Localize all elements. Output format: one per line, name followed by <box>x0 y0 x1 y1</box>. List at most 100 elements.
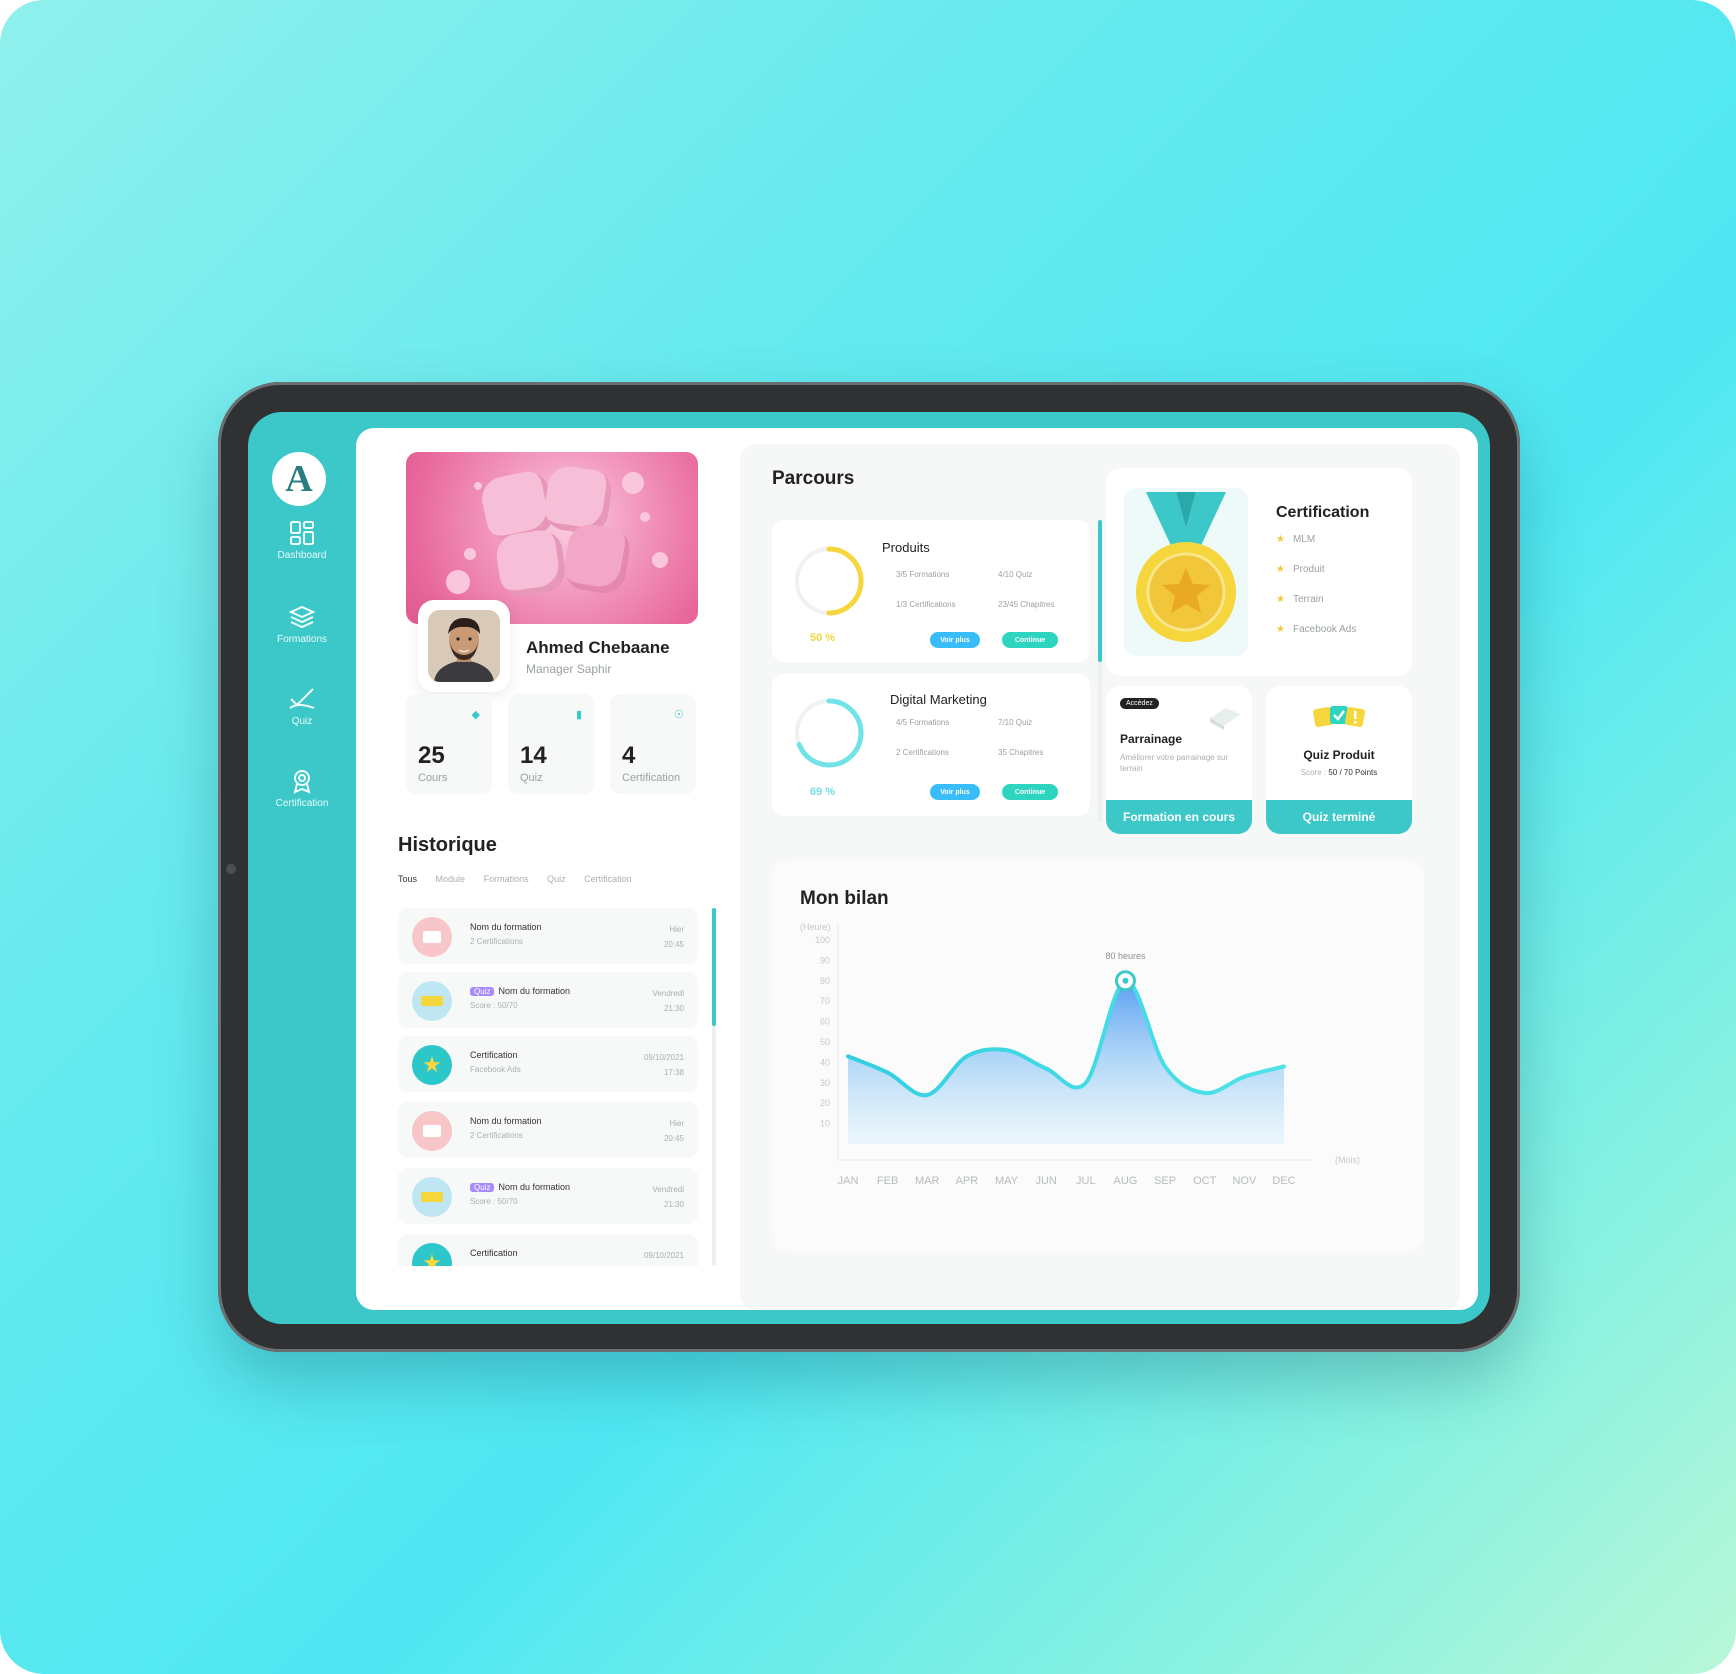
item-date: 09/10/2021 <box>643 1251 684 1260</box>
tab-certification[interactable]: Certification <box>584 874 632 884</box>
sidebar-item-formations[interactable]: Formations <box>248 604 356 645</box>
data-label: 80 heures <box>1105 951 1146 961</box>
stat-card-cours[interactable]: ◆ 25 Cours <box>406 694 492 794</box>
stat-value: 4 <box>622 742 636 769</box>
item-date: Hier 20:45 <box>663 925 684 949</box>
bubble <box>652 552 668 568</box>
item-date: 09/10/2021 17:38 <box>643 1053 684 1077</box>
list-item[interactable]: Quiz Nom du formation Score : 50/70 Vendr… <box>398 972 698 1028</box>
sidebar: A Dashboard Formations Quiz Certificatio… <box>248 412 356 1324</box>
item-title: Certification <box>470 1248 518 1258</box>
x-tick-label: SEP <box>1154 1175 1176 1187</box>
star-icon: ★ <box>412 1243 452 1266</box>
parrainage-title: Parrainage <box>1120 732 1183 746</box>
puzzle-piece <box>541 463 615 537</box>
item-title: Certification <box>470 1050 518 1060</box>
y-tick-label: 10 <box>820 1119 830 1129</box>
x-tick-label: NOV <box>1232 1175 1257 1187</box>
sidebar-item-label: Certification <box>275 798 329 809</box>
history-list: Nom du formation 2 Certifications Hier 20… <box>398 908 698 1266</box>
item-title: Nom du formation <box>470 922 542 932</box>
course-card-produits[interactable]: 50 % Produits 3/5 Formations 4/10 Quiz 1… <box>772 520 1090 662</box>
sidebar-item-certification[interactable]: Certification <box>248 768 356 809</box>
medal-background <box>1124 488 1248 656</box>
bubble <box>446 570 470 594</box>
parrainage-description: Améliorer votre parrainage sur terrain <box>1120 753 1229 773</box>
course-meta: 1/3 Certifications <box>896 600 956 609</box>
tablet-camera <box>226 864 236 874</box>
main-content: Ahmed Chebaane Manager Saphir ◆ 25 Cours… <box>356 428 1478 1310</box>
area-fill <box>848 980 1284 1144</box>
x-tick-label: AUG <box>1114 1175 1138 1187</box>
parcours-scrollbar[interactable] <box>1098 520 1102 662</box>
course-name: Produits <box>882 540 930 555</box>
list-item[interactable]: Nom du formation 2 Certifications Hier 20… <box>398 908 698 964</box>
item-title: Quiz Nom du formation <box>470 1182 570 1192</box>
stat-value: 14 <box>520 742 547 769</box>
list-item[interactable]: ★ Certification 09/10/2021 <box>398 1234 698 1266</box>
award-icon: ★ <box>1276 624 1285 635</box>
continue-button[interactable]: Continue <box>1002 632 1058 648</box>
sidebar-item-label: Dashboard <box>277 550 327 561</box>
x-tick-label: MAY <box>995 1175 1019 1187</box>
certification-item: ★ Facebook Ads <box>1276 624 1357 635</box>
x-tick-label: OCT <box>1193 1175 1217 1187</box>
history-title: Historique <box>398 834 497 856</box>
quiz-produit-card[interactable]: Quiz Produit Score : 50 / 70 Points Quiz… <box>1266 686 1412 834</box>
progress-ring <box>794 698 864 768</box>
item-subtitle: 2 Certifications <box>470 1131 523 1140</box>
continue-button[interactable]: Continue <box>1002 784 1058 800</box>
y-tick-label: 80 <box>820 976 830 986</box>
x-tick-label: JUL <box>1076 1175 1096 1187</box>
course-card-digital-marketing[interactable]: 69 % Digital Marketing 4/5 Formations 7/… <box>772 674 1090 816</box>
quiz-badge: Quiz <box>470 1183 495 1192</box>
sidebar-item-quiz[interactable]: Quiz <box>248 686 356 727</box>
certification-card[interactable]: Certification ★ MLM ★ Produit ★ Terrain ★ Fa… <box>1106 468 1412 676</box>
quiz-produit-title: Quiz Produit <box>1303 748 1375 762</box>
item-subtitle: Score : 50/70 <box>470 1197 518 1206</box>
y-tick-label: 60 <box>820 1017 830 1027</box>
item-subtitle: 2 Certifications <box>470 937 523 946</box>
x-tick-label: FEB <box>877 1175 898 1187</box>
item-title: Nom du formation <box>470 1116 542 1126</box>
history-scrollbar[interactable] <box>712 908 716 1026</box>
stat-label: Certification <box>622 772 681 784</box>
user-name: Ahmed Chebaane <box>526 638 670 657</box>
stat-card-quiz[interactable]: ▮ 14 Quiz <box>508 694 594 794</box>
quiz-icon <box>412 981 452 1021</box>
list-item[interactable]: Nom du formation 2 Certifications Hier 20… <box>398 1102 698 1158</box>
bubble <box>622 472 644 494</box>
tab-quiz[interactable]: Quiz <box>547 874 566 884</box>
voir-plus-button[interactable]: Voir plus <box>930 632 980 648</box>
book-icon <box>412 1111 452 1151</box>
app-logo[interactable]: A <box>272 452 326 506</box>
book-icon: ◆ <box>471 709 480 721</box>
formation-en-cours-button[interactable]: Formation en cours <box>1106 800 1252 834</box>
access-badge: Accédez <box>1120 698 1159 709</box>
progress-percent: 50 % <box>810 632 836 644</box>
voir-plus-button[interactable]: Voir plus <box>930 784 980 800</box>
list-item[interactable]: Quiz Nom du formation Score : 50/70 Vendr… <box>398 1168 698 1224</box>
course-meta: 4/10 Quiz <box>998 570 1033 579</box>
tab-tous[interactable]: Tous <box>398 874 417 884</box>
award-icon: ★ <box>1276 564 1285 575</box>
item-date: Vendredi 21:30 <box>652 989 684 1013</box>
list-item[interactable]: ★ Certification Facebook Ads 09/10/2021 1… <box>398 1036 698 1092</box>
award-icon: ★ <box>1276 594 1285 605</box>
sidebar-item-label: Quiz <box>291 716 313 727</box>
quiz-termine-button[interactable]: Quiz terminé <box>1266 800 1412 834</box>
stat-card-certification[interactable]: ☉ 4 Certification <box>610 694 696 794</box>
certification-item: ★ Terrain <box>1276 594 1324 605</box>
parrainage-card[interactable]: Accédez Parrainage Améliorer votre parra… <box>1106 686 1252 834</box>
avatar-frame <box>418 600 510 692</box>
area-chart: (Heure) 100 90 80 70 60 50 40 30 20 10 (Mois) JAN FEB… <box>800 922 1360 1187</box>
chat-icon: ▮ <box>575 709 582 721</box>
y-tick-label: 20 <box>820 1098 830 1108</box>
y-tick-label: 30 <box>820 1078 830 1088</box>
item-date: Vendredi 21:30 <box>652 1185 684 1209</box>
tab-module[interactable]: Module <box>436 874 466 884</box>
progress-ring <box>794 546 864 616</box>
avatar[interactable] <box>428 610 500 682</box>
sidebar-item-dashboard[interactable]: Dashboard <box>248 520 356 561</box>
tab-formations[interactable]: Formations <box>484 874 529 884</box>
